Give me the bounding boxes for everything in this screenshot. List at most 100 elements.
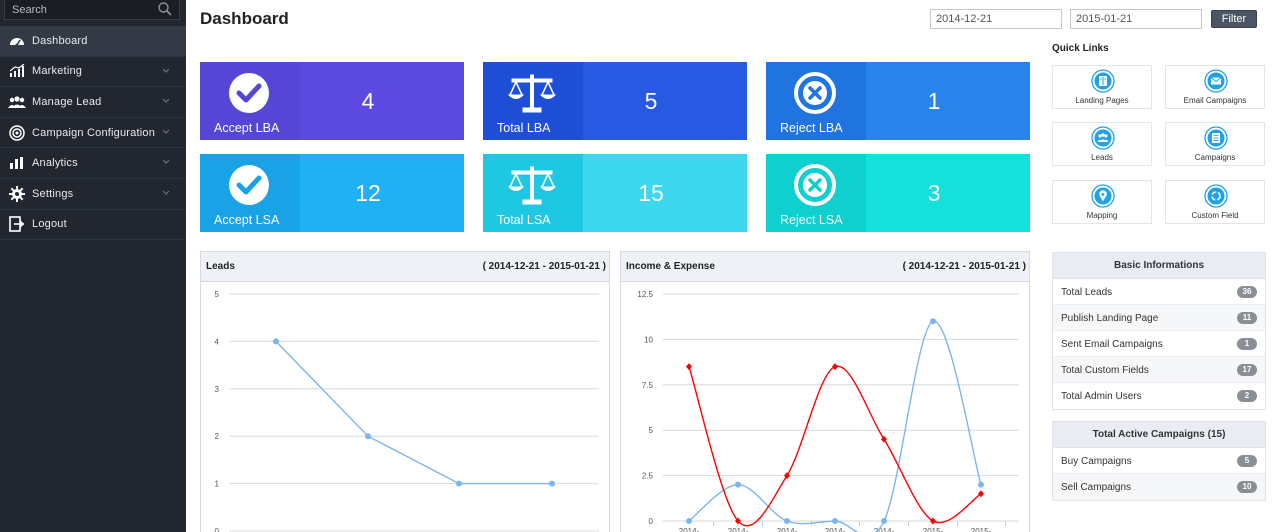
y-tick-label: 3 bbox=[215, 385, 220, 394]
tile-reject-lsa[interactable]: Reject LSA 3 bbox=[766, 154, 1030, 232]
info-row-sell-campaigns[interactable]: Sell Campaigns 10 bbox=[1053, 474, 1265, 500]
target-icon bbox=[8, 124, 26, 141]
panel-title: Income & Expense bbox=[626, 261, 715, 272]
landing-page-icon bbox=[1091, 69, 1115, 93]
leads-chart: 5 4 3 2 1 0 bbox=[215, 290, 599, 532]
tile-icon-area: Total LSA bbox=[483, 154, 583, 232]
quick-link-label: Leads bbox=[1091, 153, 1113, 162]
gear-icon bbox=[8, 185, 26, 202]
y-tick-label: 10 bbox=[644, 335, 653, 344]
info-row-total-leads[interactable]: Total Leads 36 bbox=[1053, 279, 1265, 305]
tile-value: 1 bbox=[927, 87, 941, 114]
info-row-publish-landing-page[interactable]: Publish Landing Page 11 bbox=[1053, 305, 1265, 331]
tile-value: 12 bbox=[355, 179, 381, 206]
quick-link-campaigns[interactable]: Campaigns bbox=[1165, 122, 1265, 166]
count-badge: 1 bbox=[1237, 338, 1257, 350]
y-tick-label: 1 bbox=[215, 480, 220, 489]
y-tick-label: 0 bbox=[649, 517, 654, 526]
sidebar-item-settings[interactable]: Settings bbox=[0, 179, 186, 210]
info-row-buy-campaigns[interactable]: Buy Campaigns 5 bbox=[1053, 448, 1265, 474]
sidebar-item-logout[interactable]: Logout bbox=[0, 210, 186, 241]
data-point bbox=[978, 481, 984, 488]
search-icon[interactable] bbox=[157, 1, 173, 17]
x-circle-icon bbox=[794, 164, 836, 206]
tile-accept-lsa[interactable]: Accept LSA 12 bbox=[200, 154, 464, 232]
quick-link-leads[interactable]: Leads bbox=[1052, 122, 1152, 166]
sidebar-item-analytics[interactable]: Analytics bbox=[0, 148, 186, 179]
tile-total-lba[interactable]: Total LBA 5 bbox=[483, 62, 747, 140]
tile-icon-area: Reject LSA bbox=[766, 154, 866, 232]
info-label: Total Leads bbox=[1061, 287, 1113, 298]
data-point bbox=[686, 518, 692, 524]
bar-chart-icon bbox=[8, 155, 26, 171]
data-point bbox=[832, 518, 838, 524]
tile-icon-area: Accept LSA bbox=[200, 154, 300, 232]
panel-header: Income & Expense ( 2014-12-21 - 2015-01-… bbox=[621, 252, 1029, 282]
series-line bbox=[688, 320, 982, 532]
data-point bbox=[273, 338, 279, 345]
count-badge: 10 bbox=[1237, 481, 1257, 493]
quick-link-email-campaigns[interactable]: Email Campaigns bbox=[1165, 65, 1265, 109]
sidebar-item-campaign-configuration[interactable]: Campaign Configuration bbox=[0, 118, 186, 149]
info-row-sent-email-campaigns[interactable]: Sent Email Campaigns 1 bbox=[1053, 331, 1265, 357]
check-circle-icon bbox=[229, 165, 269, 205]
data-point bbox=[365, 433, 371, 440]
refresh-icon bbox=[1204, 184, 1228, 208]
sidebar-item-label: Settings bbox=[32, 187, 74, 200]
search-input[interactable] bbox=[5, 1, 145, 19]
date-to-input[interactable] bbox=[1070, 9, 1202, 29]
info-label: Sent Email Campaigns bbox=[1061, 339, 1163, 350]
chevron-down-icon bbox=[162, 190, 170, 195]
info-row-total-custom-fields[interactable]: Total Custom Fields 17 bbox=[1053, 357, 1265, 383]
y-tick-label: 7.5 bbox=[642, 381, 654, 390]
data-point bbox=[978, 490, 984, 498]
sidebar-item-dashboard[interactable]: Dashboard bbox=[0, 26, 186, 57]
y-tick-label: 2 bbox=[215, 432, 220, 441]
info-label: Total Admin Users bbox=[1061, 391, 1142, 402]
info-row-total-admin-users[interactable]: Total Admin Users 2 bbox=[1053, 383, 1265, 409]
income-expense-chart: 12.5107.552.502014- 2014- 2014- 2014- 2014- 2… bbox=[637, 290, 1019, 532]
data-point bbox=[930, 318, 936, 325]
tile-reject-lba[interactable]: Reject LBA 1 bbox=[766, 62, 1030, 140]
tile-icon-area: Total LBA bbox=[483, 62, 583, 140]
data-point bbox=[549, 480, 555, 487]
y-tick-label: 5 bbox=[649, 426, 654, 435]
tile-value: 5 bbox=[644, 87, 658, 114]
sidebar-item-marketing[interactable]: Marketing bbox=[0, 57, 186, 88]
quick-link-custom-field[interactable]: Custom Field bbox=[1165, 180, 1265, 224]
sidebar-item-label: Marketing bbox=[32, 65, 83, 78]
sidebar-item-manage-lead[interactable]: Manage Lead bbox=[0, 87, 186, 118]
tile-icon-area: Accept LBA bbox=[200, 62, 300, 140]
tile-label: Total LBA bbox=[497, 121, 551, 135]
x-tick-label: 2014- bbox=[825, 527, 846, 532]
sidebar-item-label: Dashboard bbox=[32, 34, 88, 47]
tile-value-area: 15 bbox=[583, 154, 747, 232]
tile-value-area: 3 bbox=[866, 154, 1030, 232]
date-from-input[interactable] bbox=[930, 9, 1062, 29]
tile-accept-lba[interactable]: Accept LBA 4 bbox=[200, 62, 464, 140]
quick-links-title: Quick Links bbox=[1052, 43, 1109, 54]
x-tick-label: 2014- bbox=[777, 527, 798, 532]
sidebar-item-label: Campaign Configuration bbox=[32, 126, 156, 139]
quick-link-label: Campaigns bbox=[1194, 153, 1236, 162]
tile-icon-area: Reject LBA bbox=[766, 62, 866, 140]
leads-panel: Leads ( 2014-12-21 - 2015-01-21 ) 5 4 3 2 1 0 bbox=[200, 251, 610, 532]
info-label: Publish Landing Page bbox=[1061, 313, 1159, 324]
tile-value-area: 1 bbox=[866, 62, 1030, 140]
tile-total-lsa[interactable]: Total LSA 15 bbox=[483, 154, 747, 232]
tile-value: 4 bbox=[361, 87, 375, 114]
x-circle-icon bbox=[794, 72, 836, 114]
filter-button[interactable]: Filter bbox=[1211, 10, 1257, 28]
info-label: Buy Campaigns bbox=[1061, 456, 1132, 467]
quick-link-mapping[interactable]: Mapping bbox=[1052, 180, 1152, 224]
tile-value-area: 12 bbox=[300, 154, 464, 232]
data-point bbox=[832, 363, 838, 371]
quick-link-landing-pages[interactable]: Landing Pages bbox=[1052, 65, 1152, 109]
quick-link-label: Mapping bbox=[1086, 211, 1118, 220]
info-label: Total Custom Fields bbox=[1061, 365, 1149, 376]
data-point bbox=[881, 518, 887, 524]
x-tick-label: 2014- bbox=[728, 527, 749, 532]
y-tick-label: 2.5 bbox=[642, 472, 654, 481]
panel-title: Leads bbox=[206, 261, 235, 272]
chevron-down-icon bbox=[162, 68, 170, 73]
